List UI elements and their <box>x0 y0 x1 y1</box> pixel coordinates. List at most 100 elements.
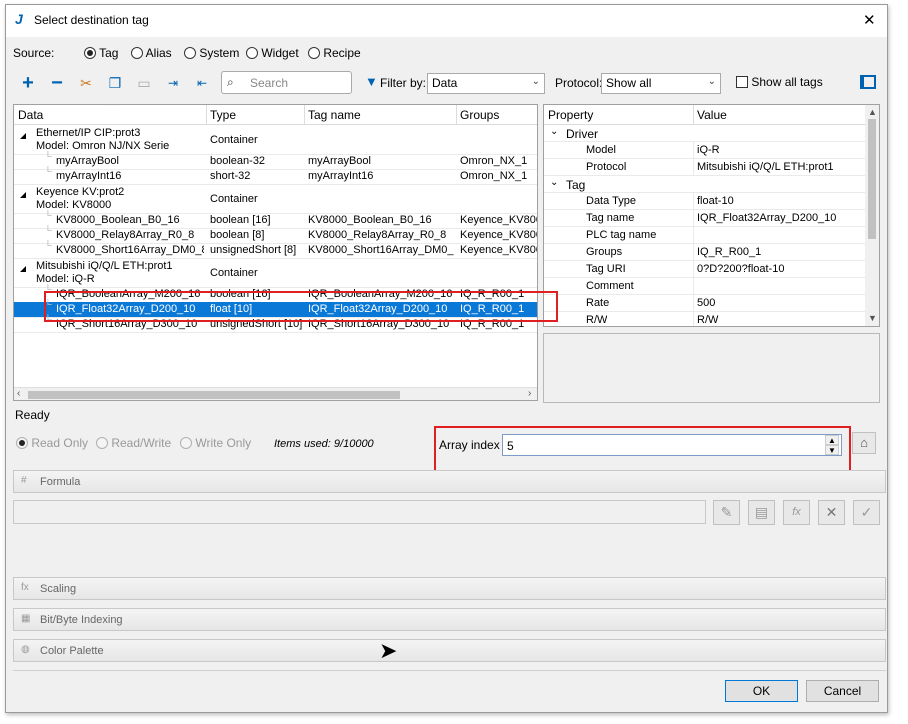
bit-indexing-icon: ▦ <box>21 613 31 624</box>
tag-browse-button[interactable]: ⌂ <box>852 432 876 454</box>
tree-item-row[interactable]: └ myArrayInt16 short-32 myArrayInt16 Omron_N… <box>14 166 537 184</box>
search-input[interactable]: ⌕ Search <box>221 71 352 94</box>
scaling-section[interactable]: fx Scaling <box>13 577 886 600</box>
bitbyte-section[interactable]: ▦ Bit/Byte Indexing <box>13 608 886 631</box>
remove-icon[interactable]: − <box>47 73 67 93</box>
spin-up-icon[interactable]: ▲ <box>825 435 839 445</box>
apply-formula-icon[interactable]: ✓ <box>853 500 880 525</box>
formula-input[interactable] <box>13 500 706 524</box>
search-icon: ⌕ <box>227 75 234 89</box>
scroll-left-icon[interactable]: ‹ <box>17 388 20 399</box>
scroll-right-icon[interactable]: › <box>528 388 531 399</box>
show-all-tags-checkbox[interactable]: Show all tags <box>736 75 823 89</box>
source-option-label: System <box>199 46 240 60</box>
array-index-value: 5 <box>507 439 514 453</box>
item-group: Omron_NX_1 <box>460 170 528 182</box>
protocol-select[interactable]: Show all ⌄ <box>601 73 721 94</box>
source-tag-option[interactable]: Tag <box>84 46 118 60</box>
item-data: myArrayBool <box>56 155 119 167</box>
tree-group-row[interactable]: ◢ Mitsubishi iQ/Q/L ETH:prot1 Model: iQ-R C… <box>14 258 537 287</box>
access-option-label: Write Only <box>195 436 252 450</box>
filter-select[interactable]: Data ⌄ <box>427 73 545 94</box>
property-row: PLC tag name <box>544 227 865 244</box>
property-grid[interactable]: Property Value ⌄ Driver Model iQ-R Protocol M… <box>543 104 880 327</box>
tree-item-row[interactable]: └ myArrayBool boolean-32 myArrayBool Omron_N… <box>14 151 537 169</box>
title-bar: J Select destination tag ✕ <box>6 5 887 37</box>
expand-icon[interactable]: ◢ <box>20 264 26 273</box>
function-icon[interactable]: fx <box>783 500 810 525</box>
tree-group-row[interactable]: ◢ Keyence KV:prot2 Model: KV8000 Container <box>14 184 537 213</box>
item-tag-name: KV8000_Short16Array_DM0_8 <box>308 244 454 256</box>
export-icon[interactable]: ⇥ <box>163 73 183 93</box>
scrollbar-thumb[interactable] <box>868 119 876 239</box>
tree-line: └ <box>44 166 52 178</box>
source-system-option[interactable]: System <box>184 46 239 60</box>
protocol-label: Protocol: <box>555 76 603 90</box>
tag-tree[interactable]: Data ⌃ Type Tag name Groups ◢ Ethernet/IP… <box>13 104 538 401</box>
formula-section[interactable]: # Formula <box>13 470 886 493</box>
mouse-cursor-icon: ➤ <box>379 638 398 663</box>
expand-icon[interactable]: ◢ <box>20 131 26 140</box>
collapse-icon[interactable]: ⌄ <box>550 177 558 188</box>
item-type: boolean [8] <box>210 229 265 241</box>
column-data[interactable]: Data <box>18 108 43 122</box>
property-row: Model iQ-R <box>544 142 865 159</box>
clear-formula-icon[interactable]: ✕ <box>818 500 845 525</box>
item-tag-name: myArrayInt16 <box>308 170 374 182</box>
cut-icon[interactable]: ✂ <box>76 73 96 93</box>
scrollbar-thumb[interactable] <box>28 391 400 399</box>
column-type[interactable]: Type <box>210 108 236 122</box>
scroll-down-icon[interactable]: ▼ <box>868 313 877 323</box>
panel-toggle-icon[interactable] <box>860 75 876 89</box>
cancel-button[interactable]: Cancel <box>806 680 879 702</box>
palette-section[interactable]: ◍ Color Palette <box>13 639 886 662</box>
group-name: Keyence KV:prot2 <box>36 186 125 198</box>
tree-item-row[interactable]: └ KV8000_Short16Array_DM0_8 unsignedShort … <box>14 240 537 258</box>
tag-tree-body: ◢ Ethernet/IP CIP:prot3 Model: Omron NJ/NX… <box>14 125 537 387</box>
tree-item-row[interactable]: └ KV8000_Boolean_B0_16 boolean [16] KV8000_… <box>14 210 537 228</box>
status-text: Ready <box>15 408 50 422</box>
property-name: R/W <box>586 314 608 326</box>
tree-item-row[interactable]: └ KV8000_Relay8Array_R0_8 boolean [8] KV800… <box>14 225 537 243</box>
category-name: Driver <box>566 127 598 141</box>
scroll-up-icon[interactable]: ▲ <box>868 107 877 117</box>
edit-formula-icon[interactable]: ✎ <box>713 500 740 525</box>
horizontal-scrollbar[interactable]: ‹ › <box>14 387 537 400</box>
item-group: Keyence_KV8000 <box>460 244 537 256</box>
column-groups[interactable]: Groups <box>460 108 499 122</box>
source-widget-option[interactable]: Widget <box>246 46 299 60</box>
property-value: Mitsubishi iQ/Q/L ETH:prot1 <box>697 161 834 173</box>
property-name: PLC tag name <box>586 229 657 241</box>
vertical-scrollbar[interactable]: ▲ ▼ <box>865 105 879 326</box>
group-type: Container <box>210 134 258 146</box>
property-row: Comment <box>544 278 865 295</box>
source-alias-option[interactable]: Alias <box>131 46 172 60</box>
save-formula-icon[interactable]: ▤ <box>748 500 775 525</box>
column-divider <box>693 193 694 210</box>
expand-icon[interactable]: ◢ <box>20 190 26 199</box>
property-header: Property Value <box>544 105 865 125</box>
spin-down-icon[interactable]: ▼ <box>825 445 839 455</box>
close-icon[interactable]: ✕ <box>863 11 876 29</box>
import-icon[interactable]: ⇤ <box>192 73 212 93</box>
copy-icon[interactable]: ❐ <box>105 73 125 93</box>
collapse-icon[interactable]: ⌄ <box>550 126 558 137</box>
search-placeholder: Search <box>250 76 289 90</box>
formula-label: Formula <box>40 476 81 488</box>
filter-label: Filter by: <box>380 76 427 90</box>
bitbyte-label: Bit/Byte Indexing <box>40 614 123 626</box>
item-group: Keyence_KV8000 <box>460 229 537 241</box>
add-icon[interactable]: + <box>18 73 38 93</box>
column-tag-name[interactable]: Tag name <box>308 108 361 122</box>
property-row: R/W R/W <box>544 312 865 326</box>
scaling-label: Scaling <box>40 583 77 595</box>
item-data: KV8000_Boolean_B0_16 <box>56 214 180 226</box>
category-name: Tag <box>566 178 586 192</box>
source-recipe-option[interactable]: Recipe <box>308 46 361 60</box>
column-value: Value <box>697 108 727 122</box>
property-value: R/W <box>697 314 719 326</box>
tree-group-row[interactable]: ◢ Ethernet/IP CIP:prot3 Model: Omron NJ/NX… <box>14 125 537 154</box>
array-index-input[interactable]: 5 ▲ ▼ <box>502 434 842 456</box>
ok-button[interactable]: OK <box>725 680 798 702</box>
paste-icon[interactable]: ▭ <box>134 73 154 93</box>
